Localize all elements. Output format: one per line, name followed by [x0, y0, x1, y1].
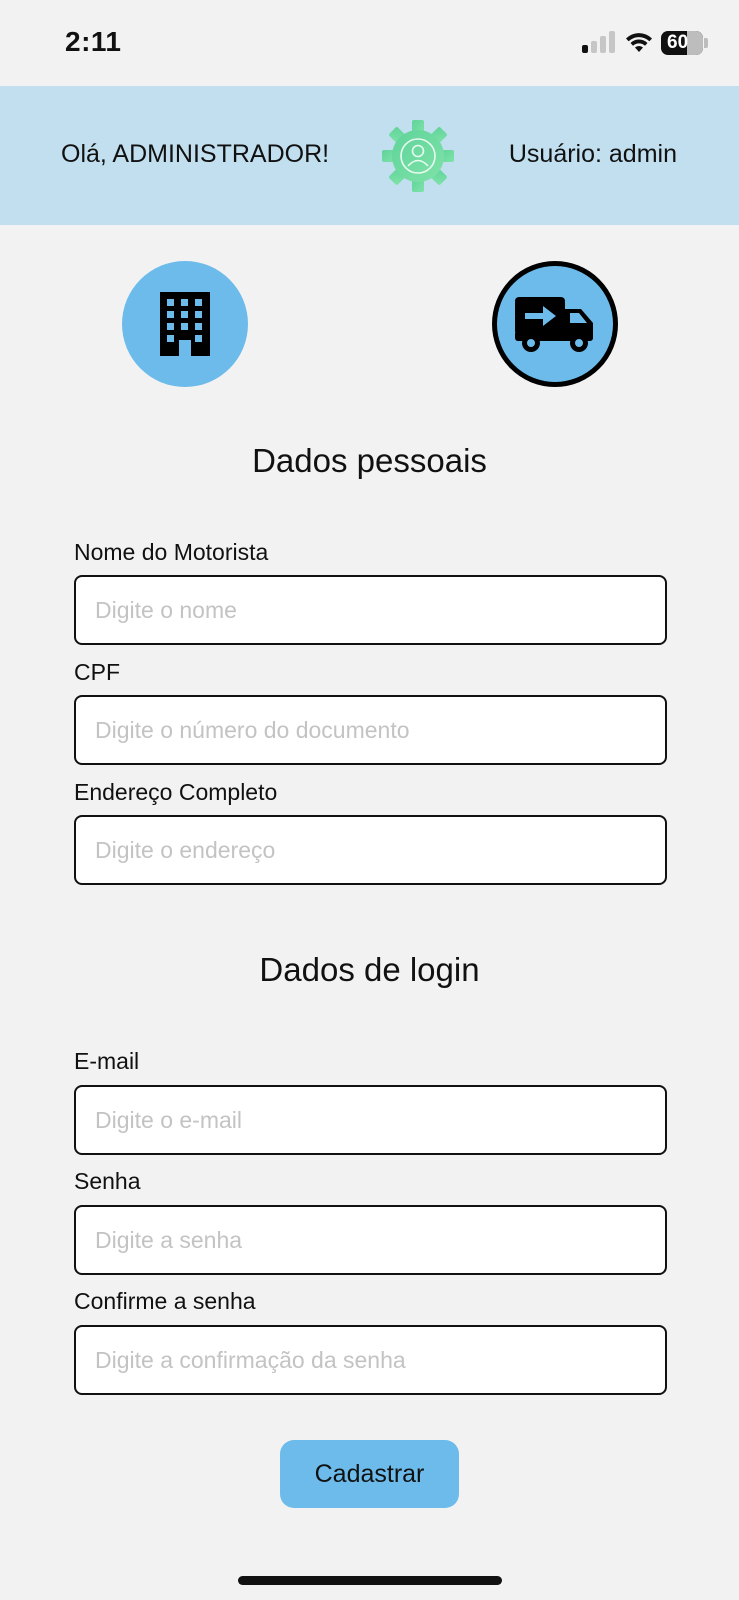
truck-icon [515, 297, 593, 352]
cellular-signal-icon [582, 31, 618, 53]
battery-tip [704, 38, 708, 48]
battery-level: 60 [667, 32, 689, 53]
address-input[interactable] [74, 815, 667, 885]
register-button[interactable]: Cadastrar [280, 1440, 459, 1508]
password-label: Senha [74, 1168, 141, 1194]
gear-user-icon [382, 120, 454, 192]
confirm-password-input[interactable] [74, 1325, 667, 1395]
wifi-icon [626, 33, 652, 52]
section-title-personal: Dados pessoais [252, 442, 487, 479]
password-input[interactable] [74, 1205, 667, 1275]
battery-icon: 60 [661, 31, 703, 55]
section-title-login: Dados de login [259, 951, 480, 988]
address-label: Endereço Completo [74, 779, 278, 805]
company-button[interactable] [122, 261, 248, 387]
status-time: 2:11 [65, 26, 122, 57]
status-bar: 2:11 60 [0, 0, 739, 86]
email-label: E-mail [74, 1048, 140, 1074]
driver-button[interactable] [492, 261, 618, 387]
email-input[interactable] [74, 1085, 667, 1155]
app-header: Olá, ADMINISTRADOR! Usuário: admin [0, 86, 739, 225]
cpf-label: CPF [74, 659, 120, 685]
driver-name-input[interactable] [74, 575, 667, 645]
current-user-label: Usuário: admin [508, 140, 677, 168]
cpf-input[interactable] [74, 695, 667, 765]
driver-name-label: Nome do Motorista [74, 539, 269, 565]
confirm-password-label: Confirme a senha [74, 1288, 256, 1314]
building-icon [160, 292, 210, 356]
home-indicator[interactable] [238, 1576, 502, 1585]
greeting-text: Olá, ADMINISTRADOR! [61, 140, 330, 168]
